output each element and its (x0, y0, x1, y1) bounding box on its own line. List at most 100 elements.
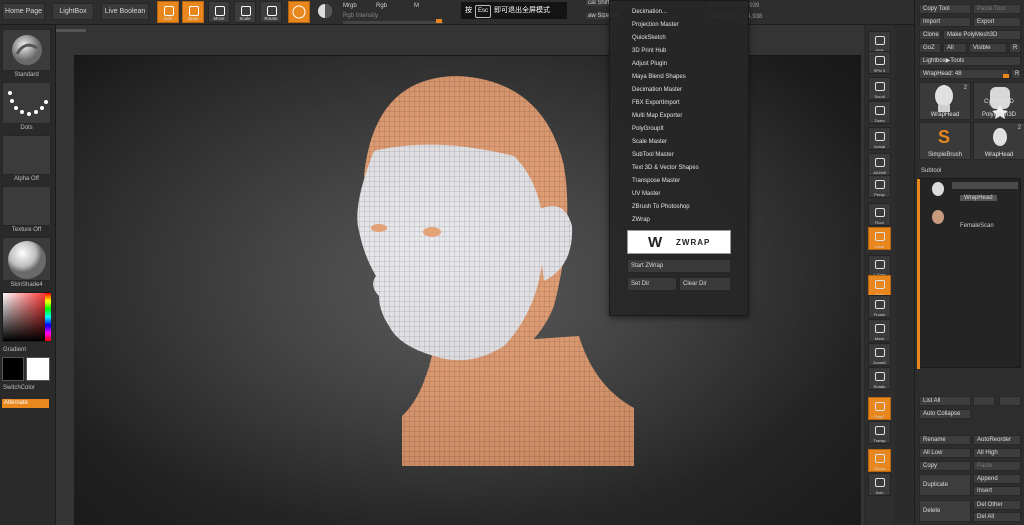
del-all-button[interactable]: Del All (973, 512, 1021, 522)
menu-item-quicksketch[interactable]: QuickSketch (632, 35, 666, 41)
hue-strip[interactable] (45, 293, 51, 341)
menu-item-polygroupit[interactable]: PolyGroupIt (632, 126, 664, 132)
arrow-down-button[interactable] (999, 396, 1021, 406)
texture-toggle[interactable] (315, 1, 337, 23)
paste-subtool-button[interactable]: Paste (973, 461, 1021, 471)
shelf-button-zoomd[interactable]: ZoomD (868, 343, 891, 366)
menu-item-subtool-master[interactable]: SubTool Master (632, 152, 674, 158)
lightbox-button[interactable]: LightBox (52, 3, 94, 20)
copy-subtool-button[interactable]: Copy (919, 461, 971, 471)
shelf-button-solo[interactable]: Solo (868, 473, 891, 496)
material-sphere-button[interactable] (288, 1, 310, 23)
color-picker[interactable] (2, 292, 51, 342)
auto-reorder-button[interactable]: AutoReorder (973, 435, 1021, 445)
canvas-scrollbar[interactable] (56, 29, 86, 32)
shelf-button-transp[interactable]: Transp (868, 421, 891, 444)
mrgb-toggle[interactable]: Mrgb (343, 3, 357, 9)
alpha-selector[interactable] (2, 135, 51, 175)
goz-visible-button[interactable]: Visible (969, 43, 1007, 53)
tool-r-button[interactable]: R (1011, 69, 1021, 79)
current-tool-slider[interactable]: WrapHead: 48 (919, 69, 1009, 79)
menu-item-multi-map-exporter[interactable]: Multi Map Exporter (632, 113, 682, 119)
shelf-button-aahalf[interactable]: AAHalf (868, 153, 891, 176)
subtool-visibility-controls[interactable] (952, 182, 1018, 189)
shelf-button-ghost[interactable]: Ghost (868, 449, 891, 472)
append-button[interactable]: Append (973, 474, 1021, 484)
menu-item-maya-blend-shapes[interactable]: Maya Blend Shapes (632, 74, 686, 80)
alternate-button[interactable]: Alternate (2, 399, 49, 408)
menu-item-projection-master[interactable]: Projection Master (632, 22, 679, 28)
shelf-button-frame[interactable]: Frame (868, 295, 891, 318)
make-polymesh-button[interactable]: Make PolyMesh3D (943, 30, 1021, 40)
menu-item-text-3d[interactable]: Text 3D & Vector Shapes (632, 165, 699, 171)
menu-item-fbx-exportimport[interactable]: FBX ExportImport (632, 100, 680, 106)
shelf-button-spix-3[interactable]: SPix 3 (868, 51, 891, 74)
import-button[interactable]: Import (919, 17, 971, 27)
goz-button[interactable]: GoZ (919, 43, 941, 53)
menu-item-scale-master[interactable]: Scale Master (632, 139, 667, 145)
insert-button[interactable]: Insert (973, 486, 1021, 496)
rgb-intensity-handle[interactable] (436, 19, 442, 23)
shelf-button-floor[interactable]: Floor (868, 203, 891, 226)
paste-tool-button[interactable]: Paste Tool (973, 4, 1021, 14)
subtool-row-wraphead[interactable]: WrapHead (920, 179, 1020, 207)
scale-tool-button[interactable]: Scale (234, 1, 256, 23)
list-all-button[interactable]: List All (919, 396, 971, 406)
menu-item-zwrap[interactable]: ZWrap (632, 217, 650, 223)
clone-button[interactable]: Clone (919, 30, 941, 40)
duplicate-button[interactable]: Duplicate (919, 474, 971, 496)
tool-thumb-simplebrush[interactable]: S SimpleBrush (919, 122, 971, 160)
rotate-tool-button[interactable]: Rotate (260, 1, 282, 23)
shelf-button-rotate[interactable]: Rotate (868, 367, 891, 390)
clear-dir-button[interactable]: Clear Dir (679, 277, 731, 291)
menu-item-adjust-plugin[interactable]: Adjust Plugin (632, 61, 667, 67)
shelf-button-actual[interactable]: Actual (868, 127, 891, 150)
brush-selector[interactable] (2, 29, 51, 71)
rgb-toggle[interactable]: Rgb (376, 3, 387, 9)
goz-all-button[interactable]: All (943, 43, 967, 53)
draw-tool-button[interactable]: Draw (182, 1, 204, 23)
export-button[interactable]: Export (973, 17, 1021, 27)
tool-thumb-wraphead-2[interactable]: 2 WrapHead (973, 122, 1024, 160)
shelf-button-local[interactable]: Local (868, 227, 891, 250)
shelf-button-polyf[interactable]: PolyF (868, 397, 891, 420)
menu-item-decimation[interactable]: Decimation... (632, 9, 667, 15)
texture-selector[interactable] (2, 186, 51, 226)
menu-item-decimation-master[interactable]: Decimation Master (632, 87, 682, 93)
shelf-button-scroll[interactable]: Scroll (868, 77, 891, 100)
home-page-button[interactable]: Home Page (2, 3, 45, 20)
set-dir-button[interactable]: Set Dir (627, 277, 677, 291)
shelf-button-zoom[interactable]: Zoom (868, 101, 891, 124)
move-tool-button[interactable]: Move (208, 1, 230, 23)
current-tool-slider-handle[interactable] (1003, 74, 1009, 78)
subtool-row-femalescan[interactable]: FemaleScan (920, 207, 1020, 235)
lightbox-tools-button[interactable]: Lightbox▶Tools (919, 56, 1021, 66)
subtool-header[interactable]: Subtool (921, 168, 941, 174)
rename-button[interactable]: Rename (919, 435, 971, 445)
tool-thumb-wraphead[interactable]: 2 WrapHead (919, 82, 971, 120)
copy-tool-button[interactable]: Copy Tool (919, 4, 971, 14)
start-zwrap-button[interactable]: Start ZWrap (627, 259, 731, 273)
all-high-button[interactable]: All High (973, 448, 1021, 458)
shelf-button-move[interactable]: Move (868, 319, 891, 342)
m-toggle[interactable]: M (414, 3, 419, 9)
menu-item-3d-print-hub[interactable]: 3D Print Hub (632, 48, 666, 54)
menu-item-uv-master[interactable]: UV Master (632, 191, 660, 197)
delete-button[interactable]: Delete (919, 500, 971, 522)
main-color-swatch[interactable] (2, 357, 24, 381)
shelf-button-persp[interactable]: Persp (868, 175, 891, 198)
live-boolean-button[interactable]: Live Boolean (101, 3, 149, 20)
switch-color-button[interactable]: SwitchColor (3, 385, 56, 391)
stroke-selector[interactable] (2, 82, 51, 124)
arrow-up-button[interactable] (973, 396, 995, 406)
menu-item-transpose-master[interactable]: Transpose Master (632, 178, 680, 184)
tool-thumb-cylinder3d[interactable]: Cylinder3D PolyMesh3D (973, 82, 1024, 120)
auto-collapse-button[interactable]: Auto Collapse (919, 409, 971, 419)
goz-r-button[interactable]: R (1009, 43, 1021, 53)
rgb-intensity-slider[interactable] (343, 21, 443, 24)
del-other-button[interactable]: Del Other (973, 500, 1021, 510)
all-low-button[interactable]: All Low (919, 448, 971, 458)
edit-tool-button[interactable]: Edit (157, 1, 179, 23)
menu-item-zbrush-to-photoshop[interactable]: ZBrush To Photoshop (632, 204, 690, 210)
secondary-color-swatch[interactable] (26, 357, 50, 381)
